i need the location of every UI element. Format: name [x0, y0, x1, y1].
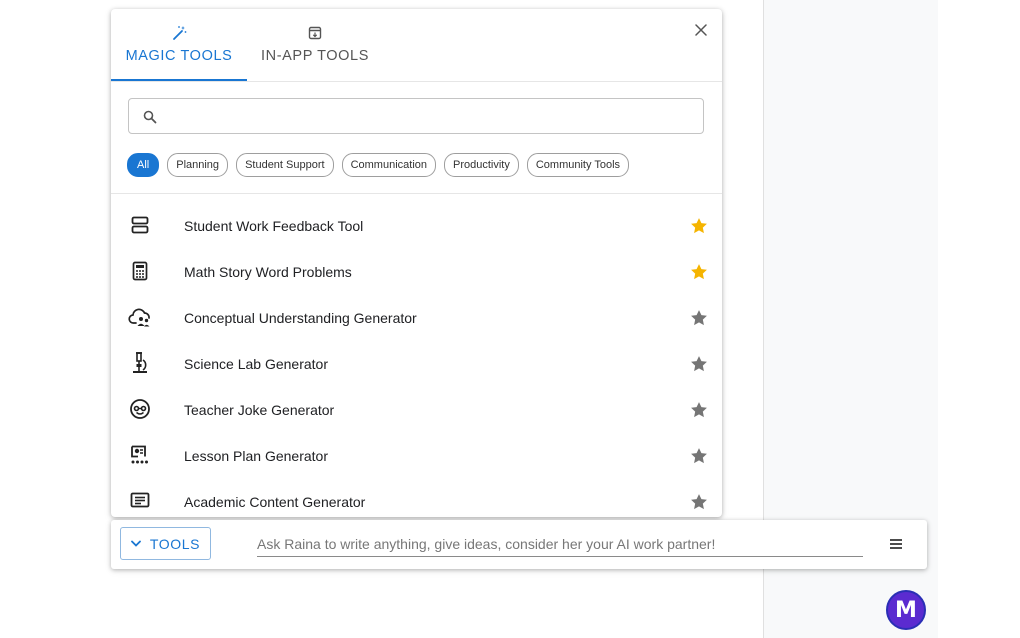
- tool-label: Student Work Feedback Tool: [184, 218, 364, 234]
- tool-item-teacher-joke[interactable]: Teacher Joke Generator: [111, 387, 722, 433]
- calculator-icon: [128, 259, 152, 283]
- tab-in-app-tools[interactable]: IN-APP TOOLS: [257, 9, 373, 81]
- cloud-people-icon: [128, 305, 152, 329]
- prompt-bar: TOOLS: [111, 520, 927, 569]
- tools-button[interactable]: TOOLS: [120, 527, 211, 560]
- tool-label: Academic Content Generator: [184, 494, 366, 510]
- star-icon[interactable]: [689, 492, 709, 512]
- tool-label: Science Lab Generator: [184, 356, 328, 372]
- filter-chip-student-support[interactable]: Student Support: [236, 153, 334, 177]
- filter-chip-community-tools[interactable]: Community Tools: [526, 153, 630, 177]
- filter-chip-productivity[interactable]: Productivity: [444, 153, 519, 177]
- menu-icon[interactable]: [887, 535, 905, 553]
- search-box[interactable]: [128, 98, 704, 134]
- feedback-stack-icon: [128, 213, 152, 237]
- star-icon[interactable]: [689, 308, 709, 328]
- tool-label: Lesson Plan Generator: [184, 448, 328, 464]
- ask-input[interactable]: [257, 531, 863, 557]
- tool-item-academic-content[interactable]: Academic Content Generator: [111, 479, 722, 517]
- chevron-down-icon: [130, 540, 141, 547]
- assistant-avatar[interactable]: M: [886, 590, 926, 630]
- tool-item-student-work-feedback[interactable]: Student Work Feedback Tool: [111, 203, 722, 249]
- right-margin: [938, 0, 1020, 638]
- lesson-board-icon: [128, 443, 152, 467]
- microscope-icon: [128, 351, 152, 375]
- tab-label: IN-APP TOOLS: [261, 48, 369, 64]
- tab-magic-tools[interactable]: MAGIC TOOLS: [111, 9, 247, 81]
- laugh-face-icon: [128, 397, 152, 421]
- star-icon[interactable]: [689, 446, 709, 466]
- star-icon[interactable]: [689, 354, 709, 374]
- star-icon[interactable]: [689, 400, 709, 420]
- search-icon: [143, 110, 157, 124]
- app-window-icon: [306, 24, 324, 42]
- divider: [111, 193, 722, 194]
- tool-label: Math Story Word Problems: [184, 264, 352, 280]
- filter-chip-communication[interactable]: Communication: [341, 153, 436, 177]
- tools-panel: MAGIC TOOLS IN-APP TOOLS All Planning St…: [111, 9, 722, 517]
- tools-button-label: TOOLS: [149, 535, 201, 552]
- tool-item-math-story-word-problems[interactable]: Math Story Word Problems: [111, 249, 722, 295]
- tool-item-science-lab[interactable]: Science Lab Generator: [111, 341, 722, 387]
- filter-chip-all[interactable]: All: [127, 153, 160, 177]
- filter-chips: All Planning Student Support Communicati…: [127, 153, 630, 177]
- document-icon: [128, 489, 152, 513]
- tools-list: Student Work Feedback Tool Math Story Wo…: [111, 203, 722, 517]
- tab-bar: MAGIC TOOLS IN-APP TOOLS: [111, 9, 722, 82]
- tab-label: MAGIC TOOLS: [125, 48, 233, 64]
- magic-wand-icon: [170, 24, 188, 42]
- close-button[interactable]: [691, 20, 711, 40]
- star-icon[interactable]: [689, 216, 709, 236]
- tool-label: Teacher Joke Generator: [184, 402, 335, 418]
- tool-item-lesson-plan[interactable]: Lesson Plan Generator: [111, 433, 722, 479]
- tool-label: Conceptual Understanding Generator: [184, 310, 417, 326]
- tool-item-conceptual-understanding[interactable]: Conceptual Understanding Generator: [111, 295, 722, 341]
- close-icon: [695, 24, 707, 36]
- star-icon[interactable]: [689, 262, 709, 282]
- search-input[interactable]: [167, 105, 691, 129]
- filter-chip-planning[interactable]: Planning: [167, 153, 229, 177]
